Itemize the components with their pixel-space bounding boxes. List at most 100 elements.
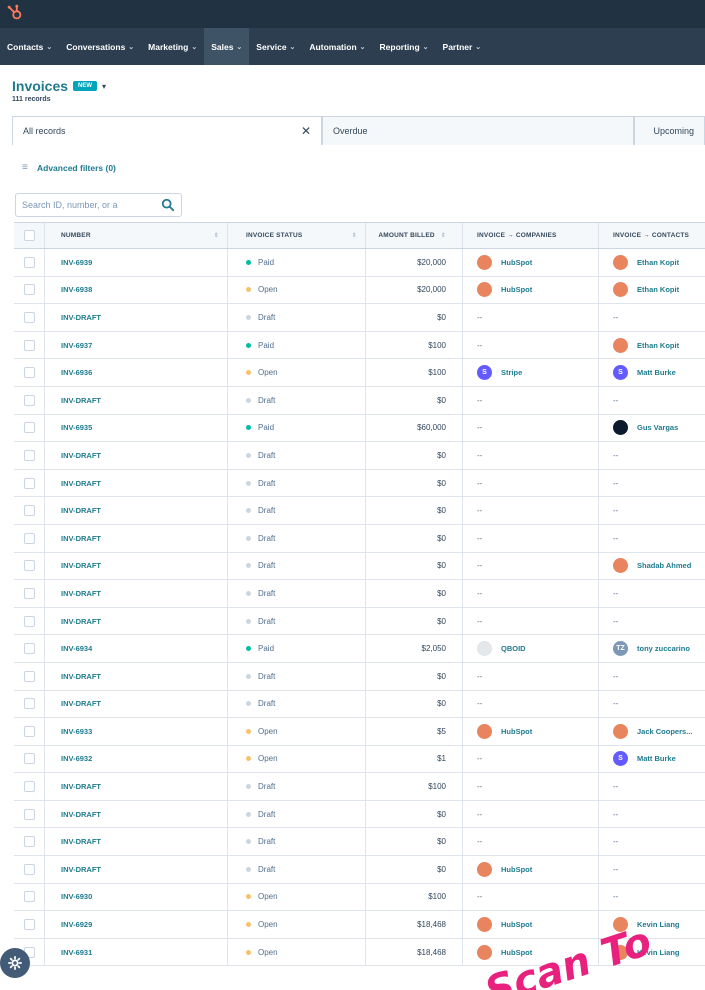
hubspot-logo-icon[interactable] — [6, 4, 24, 22]
row-checkbox[interactable] — [23, 615, 35, 627]
invoice-number-link[interactable]: INV-DRAFT — [61, 699, 101, 708]
invoice-number-link[interactable]: INV-6933 — [61, 727, 92, 736]
association-name[interactable]: HubSpot — [501, 727, 532, 736]
contact-link[interactable]: S Matt Burke — [613, 751, 676, 767]
company-link[interactable]: HubSpot — [477, 861, 532, 877]
row-checkbox[interactable] — [23, 284, 35, 296]
nav-partner[interactable]: Partner ⌄ — [436, 28, 489, 65]
column-header-companies[interactable]: INVOICE → COMPANIES — [463, 223, 599, 248]
column-header-contacts[interactable]: INVOICE → CONTACTS — [599, 223, 705, 248]
row-checkbox[interactable] — [23, 919, 35, 931]
row-checkbox[interactable] — [23, 698, 35, 710]
invoice-number-link[interactable]: INV-6939 — [61, 258, 92, 267]
association-name[interactable]: Stripe — [501, 368, 522, 377]
invoice-number-link[interactable]: INV-6935 — [61, 423, 92, 432]
row-checkbox[interactable] — [23, 891, 35, 903]
advanced-filters-button[interactable]: ≡ Advanced filters (0) — [22, 162, 116, 173]
contact-link[interactable]: Gus Vargas — [613, 420, 678, 436]
nav-sales[interactable]: Sales ⌄ — [204, 28, 250, 65]
association-name[interactable]: Gus Vargas — [637, 423, 678, 432]
invoice-number-link[interactable]: INV-DRAFT — [61, 837, 101, 846]
column-header-status[interactable]: INVOICE STATUS ⇕ — [228, 223, 366, 248]
search-input[interactable]: Search ID, number, or a — [15, 193, 182, 217]
row-checkbox[interactable] — [23, 477, 35, 489]
contact-link[interactable]: TZ tony zuccarino — [613, 641, 690, 657]
invoice-number-link[interactable]: INV-6932 — [61, 754, 92, 763]
invoice-number-link[interactable]: INV-DRAFT — [61, 479, 101, 488]
invoice-number-link[interactable]: INV-DRAFT — [61, 534, 101, 543]
association-name[interactable]: Jack Coopers... — [637, 727, 692, 736]
settings-button[interactable] — [0, 948, 30, 978]
row-checkbox[interactable] — [23, 808, 35, 820]
association-name[interactable]: Matt Burke — [637, 754, 676, 763]
association-name[interactable]: Ethan Kopit — [637, 258, 679, 267]
association-name[interactable]: Matt Burke — [637, 368, 676, 377]
nav-service[interactable]: Service ⌄ — [249, 28, 302, 65]
nav-reporting[interactable]: Reporting ⌄ — [373, 28, 436, 65]
row-checkbox[interactable] — [23, 863, 35, 875]
association-name[interactable]: QBOID — [501, 644, 526, 653]
row-checkbox[interactable] — [23, 836, 35, 848]
close-icon[interactable]: ✕ — [301, 124, 311, 138]
row-checkbox[interactable] — [23, 643, 35, 655]
contact-link[interactable]: Ethan Kopit — [613, 282, 679, 298]
row-checkbox[interactable] — [23, 725, 35, 737]
invoice-number-link[interactable]: INV-DRAFT — [61, 451, 101, 460]
row-checkbox[interactable] — [23, 394, 35, 406]
tab-overdue[interactable]: Overdue — [322, 116, 634, 145]
tab-all-records[interactable]: All records ✕ — [12, 116, 322, 145]
company-link[interactable]: HubSpot — [477, 282, 532, 298]
invoice-number-link[interactable]: INV-DRAFT — [61, 782, 101, 791]
company-link[interactable]: HubSpot — [477, 723, 532, 739]
association-name[interactable]: HubSpot — [501, 285, 532, 294]
row-checkbox[interactable] — [23, 753, 35, 765]
row-checkbox[interactable] — [23, 587, 35, 599]
sort-icon[interactable]: ⇕ — [352, 232, 357, 239]
contact-link[interactable]: Jack Coopers... — [613, 723, 692, 739]
invoice-number-link[interactable]: INV-6930 — [61, 892, 92, 901]
row-checkbox[interactable] — [23, 367, 35, 379]
nav-conversations[interactable]: Conversations ⌄ — [59, 28, 141, 65]
invoice-number-link[interactable]: INV-6938 — [61, 285, 92, 294]
row-checkbox[interactable] — [23, 532, 35, 544]
sort-icon[interactable]: ⇕ — [214, 232, 219, 239]
row-checkbox[interactable] — [23, 670, 35, 682]
column-header-number[interactable]: NUMBER ⇕ — [45, 223, 228, 248]
row-checkbox[interactable] — [23, 422, 35, 434]
association-name[interactable]: Shadab Ahmed — [637, 561, 691, 570]
invoice-number-link[interactable]: INV-DRAFT — [61, 672, 101, 681]
invoice-number-link[interactable]: INV-DRAFT — [61, 810, 101, 819]
page-title[interactable]: Invoices — [12, 78, 68, 94]
nav-contacts[interactable]: Contacts ⌄ — [0, 28, 59, 65]
invoice-number-link[interactable]: INV-6929 — [61, 920, 92, 929]
column-header-amount[interactable]: AMOUNT BILLED ⇕ — [366, 223, 463, 248]
company-link[interactable]: HubSpot — [477, 254, 532, 270]
association-name[interactable]: Ethan Kopit — [637, 285, 679, 294]
caret-down-icon[interactable]: ▾ — [102, 82, 106, 91]
invoice-number-link[interactable]: INV-DRAFT — [61, 561, 101, 570]
row-checkbox[interactable] — [23, 505, 35, 517]
invoice-number-link[interactable]: INV-DRAFT — [61, 396, 101, 405]
search-icon[interactable] — [161, 198, 175, 212]
nav-marketing[interactable]: Marketing ⌄ — [141, 28, 204, 65]
row-checkbox[interactable] — [23, 339, 35, 351]
invoice-number-link[interactable]: INV-DRAFT — [61, 506, 101, 515]
association-name[interactable]: HubSpot — [501, 258, 532, 267]
row-checkbox[interactable] — [23, 311, 35, 323]
association-name[interactable]: Ethan Kopit — [637, 341, 679, 350]
invoice-number-link[interactable]: INV-DRAFT — [61, 617, 101, 626]
nav-automation[interactable]: Automation ⌄ — [302, 28, 372, 65]
invoice-number-link[interactable]: INV-DRAFT — [61, 589, 101, 598]
row-checkbox[interactable] — [23, 781, 35, 793]
row-checkbox[interactable] — [23, 560, 35, 572]
association-name[interactable]: HubSpot — [501, 865, 532, 874]
invoice-number-link[interactable]: INV-6936 — [61, 368, 92, 377]
contact-link[interactable]: Ethan Kopit — [613, 337, 679, 353]
row-checkbox[interactable] — [23, 256, 35, 268]
invoice-number-link[interactable]: INV-DRAFT — [61, 313, 101, 322]
contact-link[interactable]: Shadab Ahmed — [613, 558, 691, 574]
company-link[interactable]: QBOID — [477, 641, 526, 657]
contact-link[interactable]: S Matt Burke — [613, 365, 676, 381]
contact-link[interactable]: Ethan Kopit — [613, 254, 679, 270]
company-link[interactable]: S Stripe — [477, 365, 522, 381]
